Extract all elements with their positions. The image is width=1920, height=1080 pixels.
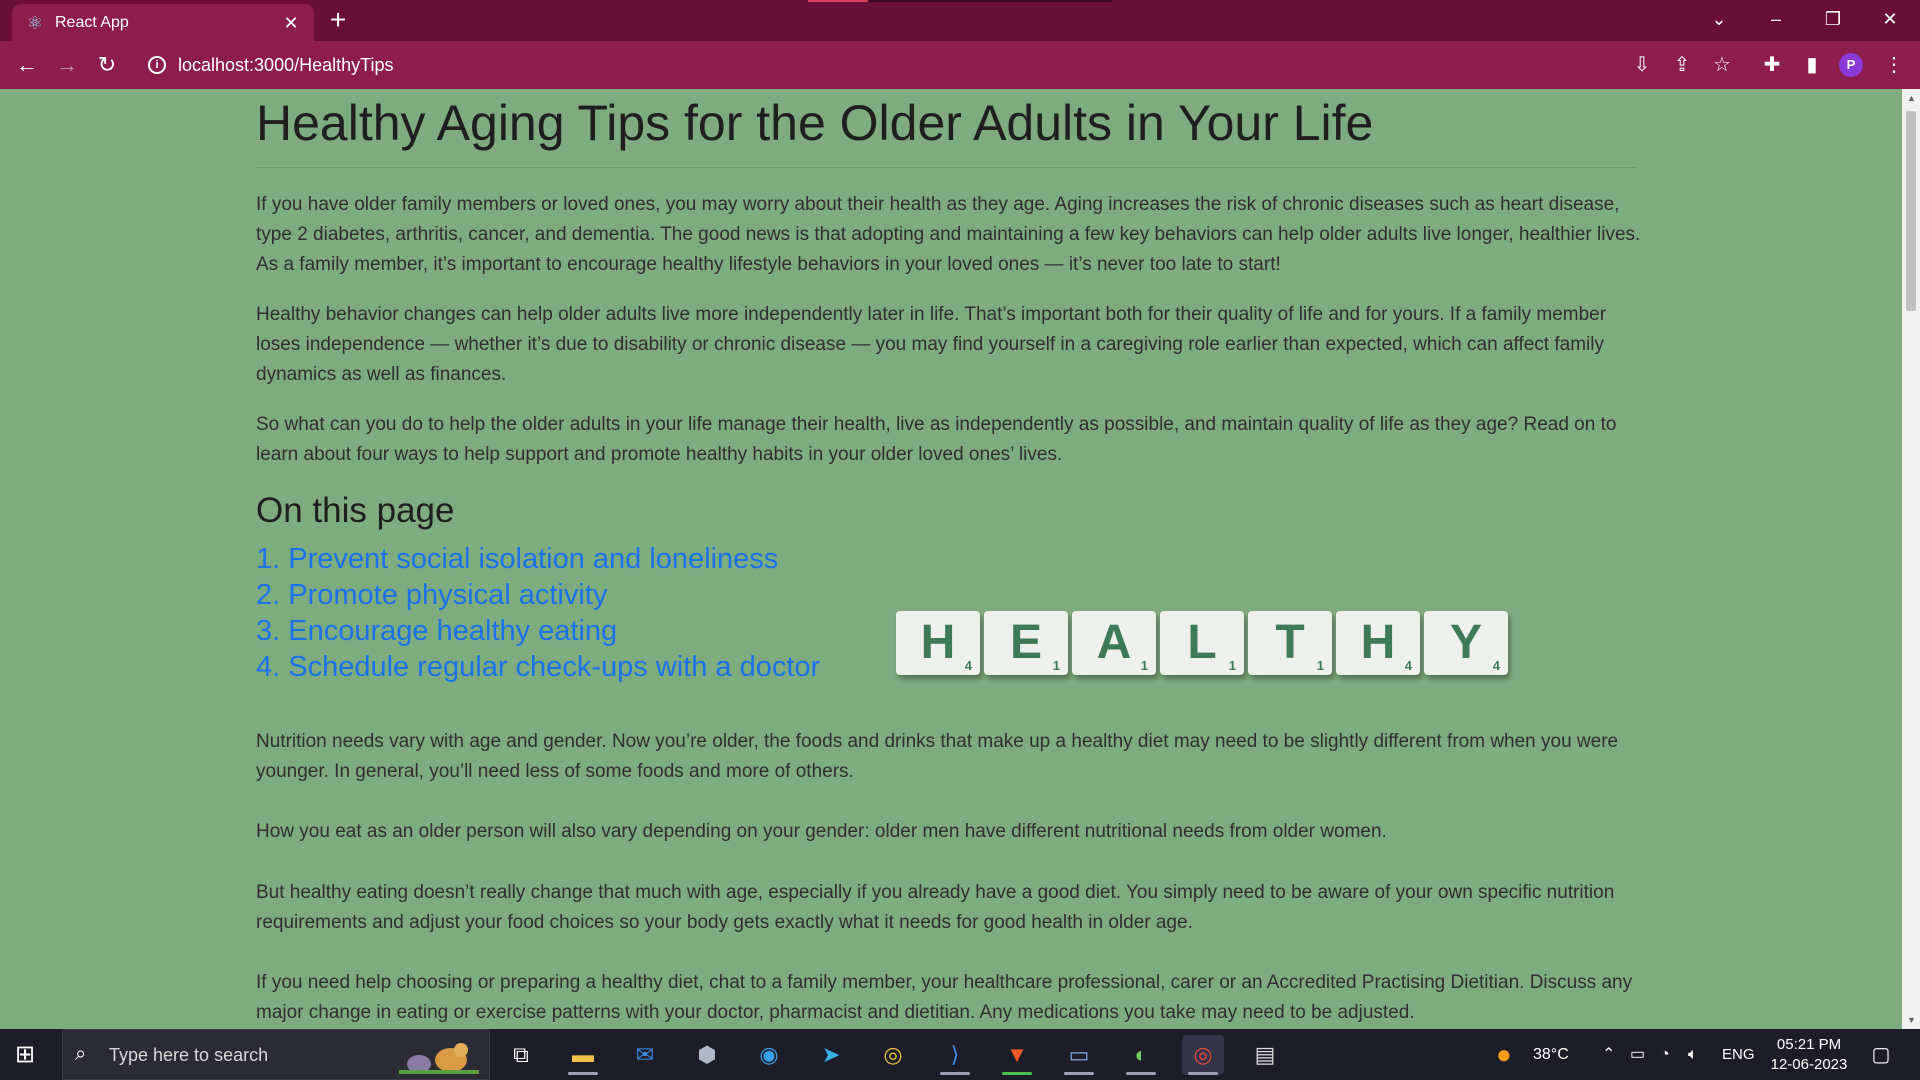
- tab-title: React App: [55, 13, 129, 31]
- forward-button[interactable]: →: [52, 50, 82, 80]
- browser-toolbar: ← → ↻ i localhost:3000/HealthyTips ⇩ ⇪ ☆…: [0, 41, 1920, 89]
- page-title: Healthy Aging Tips for the Older Adults …: [256, 95, 1374, 151]
- letter-tile: A1: [1072, 611, 1156, 675]
- taskbar-clock[interactable]: 05:21 PM 12-06-2023: [1764, 1035, 1854, 1075]
- tray-chevron-icon[interactable]: ⌃: [1602, 1029, 1615, 1080]
- language-indicator[interactable]: ENG: [1722, 1029, 1755, 1080]
- window-accent-mark-dark: [868, 0, 1112, 2]
- taskbar-search-box[interactable]: ⌕ Type here to search: [62, 1029, 490, 1080]
- search-highlight-art: [399, 1043, 479, 1074]
- weather-temperature[interactable]: 38°C: [1533, 1029, 1569, 1080]
- browser-tab[interactable]: ⚛ React App ✕: [12, 4, 314, 41]
- back-button[interactable]: ←: [12, 50, 42, 80]
- react-icon: ⚛: [26, 12, 44, 33]
- nutrition-paragraph-2: How you eat as an older person will also…: [256, 821, 1387, 842]
- close-tab-icon[interactable]: ✕: [280, 12, 302, 34]
- nutrition-paragraph-1: Nutrition needs vary with age and gender…: [256, 731, 1619, 782]
- extensions-puzzle-icon[interactable]: ✚: [1758, 51, 1786, 79]
- letter-tile: H4: [896, 611, 980, 675]
- letter-tile: L1: [1160, 611, 1244, 675]
- window-accent-mark: [808, 0, 868, 2]
- letter-tile: Y4: [1424, 611, 1508, 675]
- address-bar[interactable]: i localhost:3000/HealthyTips: [140, 47, 1640, 83]
- site-info-icon[interactable]: i: [148, 56, 166, 74]
- task-view-icon[interactable]: ⧉: [500, 1035, 542, 1075]
- minimize-button[interactable]: –: [1756, 4, 1796, 34]
- reload-button[interactable]: ↻: [92, 50, 122, 80]
- terminal-icon[interactable]: ▤: [1244, 1035, 1286, 1075]
- toc-link-physical-activity[interactable]: 2. Promote physical activity: [256, 579, 607, 612]
- toc-link-healthy-eating[interactable]: 3. Encourage healthy eating: [256, 615, 617, 648]
- battery-icon[interactable]: ▭: [1630, 1029, 1645, 1080]
- intro-paragraph-1: If you have older family members or love…: [256, 194, 1641, 275]
- bookmark-star-icon[interactable]: ☆: [1708, 51, 1736, 79]
- title-divider: [256, 167, 1636, 168]
- scrollbar-thumb[interactable]: [1906, 111, 1916, 311]
- volume-icon[interactable]: 🔈︎: [1688, 1029, 1698, 1080]
- search-icon: ⌕: [75, 1043, 87, 1065]
- scroll-up-icon[interactable]: ▲: [1907, 93, 1916, 103]
- toc-heading: On this page: [256, 491, 455, 530]
- chrome-icon[interactable]: ◎: [872, 1035, 914, 1075]
- windows-taskbar: ⊞ ⌕ Type here to search ⧉ ▬ ✉ ⬢ ◉ ➤ ◎ ⟩ …: [0, 1029, 1920, 1080]
- healthy-tiles-image: H4 E1 A1 L1 T1 H4 Y4: [896, 611, 1508, 675]
- brave-browser-icon[interactable]: ▼: [996, 1035, 1038, 1075]
- nutrition-paragraph-4: If you need help choosing or preparing a…: [256, 972, 1633, 1023]
- share-icon[interactable]: ⇪: [1668, 51, 1696, 79]
- scroll-down-icon[interactable]: ▼: [1907, 1015, 1916, 1025]
- telegram-icon[interactable]: ➤: [810, 1035, 852, 1075]
- notification-center-icon[interactable]: ▢: [1868, 1042, 1894, 1068]
- nutrition-paragraph-3: But healthy eating doesn’t really change…: [256, 882, 1615, 933]
- url-text[interactable]: localhost:3000/HealthyTips: [178, 55, 393, 76]
- vscode-icon[interactable]: ⟩: [934, 1035, 976, 1075]
- intro-paragraph-2: Healthy behavior changes can help older …: [256, 304, 1607, 385]
- chrome-profile-icon[interactable]: ◎: [1182, 1035, 1224, 1075]
- settings-hex-icon[interactable]: ⬢: [686, 1035, 728, 1075]
- mysql-workbench-icon[interactable]: ▭: [1058, 1035, 1100, 1075]
- browser-titlebar: ⚛ React App ✕ + ⌄ – ❐ ✕: [0, 0, 1920, 41]
- letter-tile: E1: [984, 611, 1068, 675]
- clock-time: 05:21 PM: [1776, 1036, 1842, 1053]
- edge-browser-icon[interactable]: ◉: [748, 1035, 790, 1075]
- spring-tool-icon[interactable]: ◐: [1120, 1035, 1162, 1075]
- new-tab-button[interactable]: +: [324, 6, 352, 34]
- network-icon[interactable]: ◔: [1660, 1029, 1670, 1080]
- weather-sun-icon[interactable]: ●: [1496, 1029, 1512, 1080]
- letter-tile: T1: [1248, 611, 1332, 675]
- clock-date: 12-06-2023: [1770, 1056, 1848, 1073]
- taskbar-search-placeholder: Type here to search: [109, 1045, 269, 1065]
- profile-avatar[interactable]: P: [1839, 53, 1863, 77]
- file-explorer-icon[interactable]: ▬: [562, 1035, 604, 1075]
- tab-search-chevron-icon[interactable]: ⌄: [1699, 4, 1739, 34]
- close-window-button[interactable]: ✕: [1870, 4, 1910, 34]
- mail-icon[interactable]: ✉: [624, 1035, 666, 1075]
- more-menu-icon[interactable]: ⋮: [1880, 51, 1908, 79]
- install-app-icon[interactable]: ⇩: [1628, 51, 1656, 79]
- windows-start-icon[interactable]: ⊞: [12, 1042, 38, 1068]
- letter-tile: H4: [1336, 611, 1420, 675]
- toc-link-check-ups[interactable]: 4. Schedule regular check-ups with a doc…: [256, 651, 820, 684]
- page-viewport: Healthy Aging Tips for the Older Adults …: [0, 89, 1902, 1029]
- side-panel-icon[interactable]: ▮: [1798, 51, 1826, 79]
- page-scrollbar[interactable]: ▲ ▼: [1902, 89, 1920, 1029]
- restore-button[interactable]: ❐: [1813, 4, 1853, 34]
- toc-link-social-isolation[interactable]: 1. Prevent social isolation and loneline…: [256, 543, 778, 576]
- intro-paragraph-3: So what can you do to help the older adu…: [256, 414, 1617, 465]
